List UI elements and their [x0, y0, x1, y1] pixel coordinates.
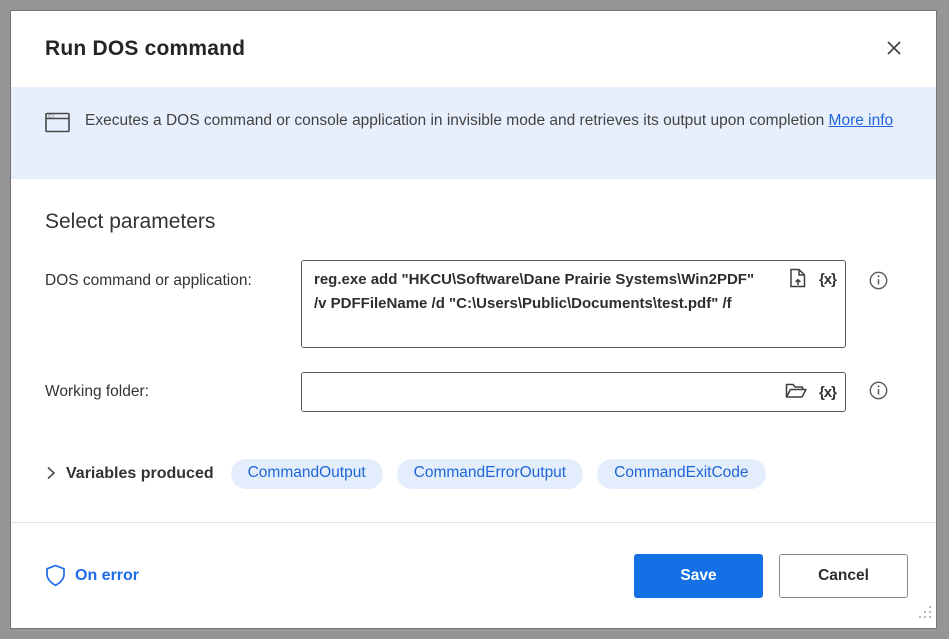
working-folder-field: {x}: [301, 372, 846, 412]
working-folder-field-icons: {x}: [785, 382, 836, 402]
shield-icon: [45, 564, 66, 587]
info-icon: [869, 278, 888, 293]
select-folder-button[interactable]: [785, 382, 807, 402]
info-icon: [869, 388, 888, 403]
select-folder-icon: [785, 382, 807, 402]
working-folder-info-button[interactable]: [869, 381, 888, 403]
close-icon: [886, 40, 902, 59]
more-info-link[interactable]: More info: [829, 112, 894, 129]
variable-pill[interactable]: CommandExitCode: [597, 459, 765, 489]
variables-produced-label: Variables produced: [66, 465, 214, 483]
variables-expand-button[interactable]: [45, 466, 56, 483]
parameters-section: Select parameters DOS command or applica…: [11, 179, 936, 491]
save-button[interactable]: Save: [634, 554, 763, 598]
variable-pill[interactable]: CommandErrorOutput: [397, 459, 583, 489]
variable-picker-icon: {x}: [819, 384, 836, 401]
variable-picker-icon: {x}: [819, 271, 836, 288]
chevron-right-icon: [45, 466, 56, 483]
variable-pill[interactable]: CommandOutput: [231, 459, 383, 489]
run-dos-command-dialog: Run DOS command C:\ Executes a DOS comma…: [10, 10, 937, 629]
svg-text:C:\: C:\: [48, 114, 55, 119]
dos-command-label: DOS command or application:: [45, 260, 301, 290]
select-file-button[interactable]: [789, 268, 807, 291]
select-file-icon: [789, 268, 807, 291]
section-title: Select parameters: [45, 210, 902, 234]
variable-picker-button[interactable]: {x}: [819, 271, 836, 288]
dos-command-row: DOS command or application: reg.exe add …: [45, 260, 902, 348]
dialog-title: Run DOS command: [45, 37, 245, 61]
dos-command-input[interactable]: reg.exe add "HKCU\Software\Dane Prairie …: [302, 261, 845, 347]
dos-command-field: reg.exe add "HKCU\Software\Dane Prairie …: [301, 260, 846, 348]
cancel-button[interactable]: Cancel: [779, 554, 908, 598]
description-text: Executes a DOS command or console applic…: [85, 108, 893, 179]
console-icon: C:\: [45, 112, 70, 179]
dialog-footer: On error Save Cancel: [11, 523, 936, 628]
dos-command-field-icons: {x}: [789, 268, 836, 291]
dialog-header: Run DOS command: [11, 11, 936, 87]
working-folder-input[interactable]: [302, 373, 845, 411]
close-button[interactable]: [880, 35, 908, 63]
variables-produced-row: Variables produced CommandOutput Command…: [45, 459, 902, 489]
on-error-label: On error: [75, 567, 139, 585]
on-error-button[interactable]: On error: [45, 564, 139, 587]
produced-variables-list: CommandOutput CommandErrorOutput Command…: [231, 459, 766, 489]
working-folder-label: Working folder:: [45, 383, 301, 401]
working-folder-row: Working folder: {x}: [45, 372, 902, 412]
description-banner: C:\ Executes a DOS command or console ap…: [11, 87, 936, 179]
variable-picker-button[interactable]: {x}: [819, 384, 836, 401]
dos-command-info-button[interactable]: [869, 271, 888, 293]
resize-grip[interactable]: [918, 605, 933, 625]
